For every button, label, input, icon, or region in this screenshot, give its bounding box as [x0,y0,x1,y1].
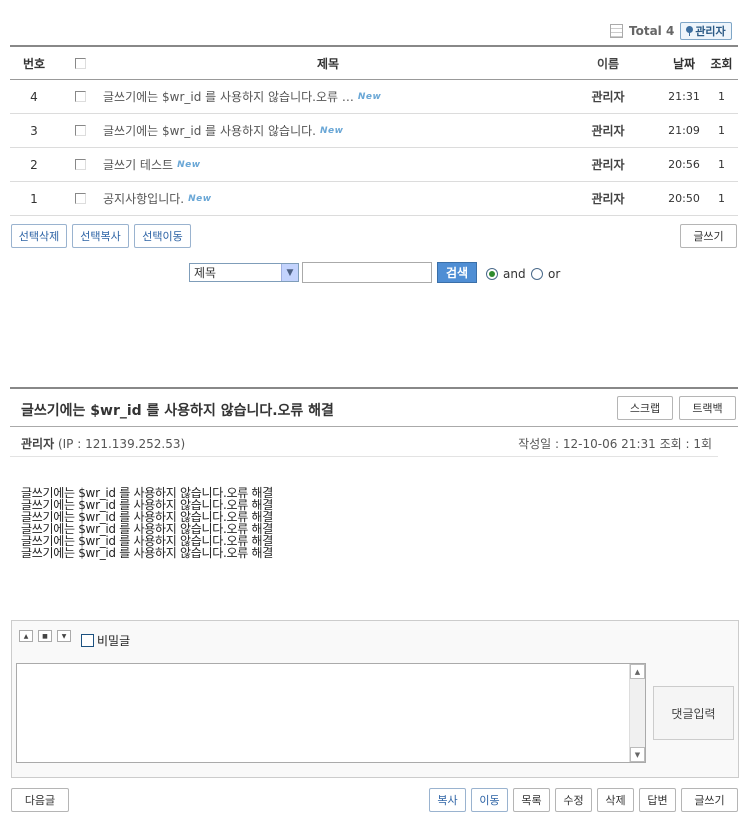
post-body-line: 글쓰기에는 $wr_id 를 사용하지 않습니다.오류 해결 [21,546,273,560]
checkbox-icon [81,634,94,647]
comment-textarea[interactable] [16,663,646,763]
search-or-label: or [548,267,561,281]
row-num: 3 [30,123,38,138]
new-badge: New [357,91,382,102]
list-button[interactable]: 목록 [513,788,550,812]
bottom-write-button[interactable]: 글쓰기 [681,788,738,812]
new-badge: New [177,159,201,170]
admin-button[interactable]: 관리자 [680,22,732,40]
row-author[interactable]: 관리자 [553,190,663,207]
table-row: 1 공지사항입니다. New 관리자 20:50 1 [10,182,738,216]
scroll-down-icon[interactable]: ▼ [630,747,645,762]
selected-move-button[interactable]: 선택이동 [134,224,191,248]
post-body: 글쓰기에는 $wr_id 를 사용하지 않습니다.오류 해결 글쓰기에는 $wr… [21,487,273,559]
secret-checkbox[interactable]: 비밀글 [81,632,130,649]
row-date: 21:31 [668,90,700,103]
pin-icon [686,26,694,36]
comment-submit-button[interactable]: 댓글입력 [653,686,734,740]
new-badge: New [188,193,212,204]
search-field-select[interactable]: 제목 ▼ [189,263,299,282]
radio-unchecked-icon [531,268,543,280]
row-subject-link[interactable]: 공지사항입니다. [103,190,184,207]
select-all-checkbox[interactable] [75,57,86,69]
scrap-button[interactable]: 스크랩 [617,396,673,420]
row-author[interactable]: 관리자 [553,122,663,139]
author-name[interactable]: 관리자 [21,437,54,451]
search-input[interactable] [302,262,432,283]
document-icon [610,24,623,38]
row-date: 20:56 [668,158,700,171]
shrink-up-icon[interactable]: ▲ [19,630,33,642]
search-and-label: and [503,267,526,281]
search-or-radio[interactable]: or [531,267,560,281]
row-date: 21:09 [668,124,700,137]
next-post-button[interactable]: 다음글 [11,788,69,812]
secret-label: 비밀글 [97,634,131,648]
search-field-value: 제목 [194,266,217,280]
move-button[interactable]: 이동 [471,788,508,812]
row-checkbox[interactable] [75,193,86,204]
row-num: 4 [30,89,38,104]
selected-copy-button[interactable]: 선택복사 [72,224,129,248]
reset-size-icon[interactable]: ■ [38,630,52,642]
row-author[interactable]: 관리자 [553,88,663,105]
copy-button[interactable]: 복사 [429,788,466,812]
col-subject: 제목 [316,56,340,71]
col-num: 번호 [22,56,46,71]
col-date: 날짜 [672,56,696,71]
view-date-hits: 작성일 : 12-10-06 21:31 조회 : 1회 [518,437,712,451]
col-name: 이름 [596,56,620,71]
comment-scrollbar[interactable]: ▲ ▼ [629,664,645,762]
author-ip: (IP : 121.139.252.53) [57,437,186,451]
row-hits: 1 [718,90,725,103]
row-subject-link[interactable]: 글쓰기에는 $wr_id 를 사용하지 않습니다.오류 … [103,88,354,105]
col-hits: 조회 [710,56,733,71]
row-checkbox[interactable] [75,159,86,170]
expand-down-icon[interactable]: ▼ [57,630,71,642]
row-hits: 1 [718,158,725,171]
radio-checked-icon [486,268,498,280]
reply-button[interactable]: 답변 [639,788,676,812]
row-subject-link[interactable]: 글쓰기 테스트 [103,156,173,173]
view-title: 글쓰기에는 $wr_id 를 사용하지 않습니다.오류 해결 [21,403,334,419]
total-count: Total 4 [629,24,675,38]
row-num: 1 [30,191,38,206]
row-author[interactable]: 관리자 [553,156,663,173]
list-header: 번호 제목 이름 날짜 조회 [10,47,738,80]
search-and-radio[interactable]: and [486,267,526,281]
row-subject-link[interactable]: 글쓰기에는 $wr_id 를 사용하지 않습니다. [103,122,316,139]
row-hits: 1 [718,124,725,137]
row-checkbox[interactable] [75,125,86,136]
scroll-up-icon[interactable]: ▲ [630,664,645,679]
table-row: 2 글쓰기 테스트 New 관리자 20:56 1 [10,148,738,182]
write-button[interactable]: 글쓰기 [680,224,737,248]
row-checkbox[interactable] [75,91,86,102]
total-bar: Total 4 관리자 [610,22,732,40]
row-num: 2 [30,157,38,172]
table-row: 3 글쓰기에는 $wr_id 를 사용하지 않습니다. New 관리자 21:09… [10,114,738,148]
edit-button[interactable]: 수정 [555,788,592,812]
post-list: 번호 제목 이름 날짜 조회 4 글쓰기에는 $wr_id 를 사용하지 않습니… [10,45,738,216]
view-author: 관리자 (IP : 121.139.252.53) [21,435,185,452]
delete-button[interactable]: 삭제 [597,788,634,812]
search-button[interactable]: 검색 [437,262,477,283]
chevron-down-icon: ▼ [281,264,298,281]
row-date: 20:50 [668,192,700,205]
table-row: 4 글쓰기에는 $wr_id 를 사용하지 않습니다.오류 … New 관리자 2… [10,80,738,114]
admin-button-label: 관리자 [695,25,726,38]
new-badge: New [319,125,344,136]
trackback-button[interactable]: 트랙백 [679,396,736,420]
row-hits: 1 [718,192,725,205]
selected-delete-button[interactable]: 선택삭제 [11,224,67,248]
